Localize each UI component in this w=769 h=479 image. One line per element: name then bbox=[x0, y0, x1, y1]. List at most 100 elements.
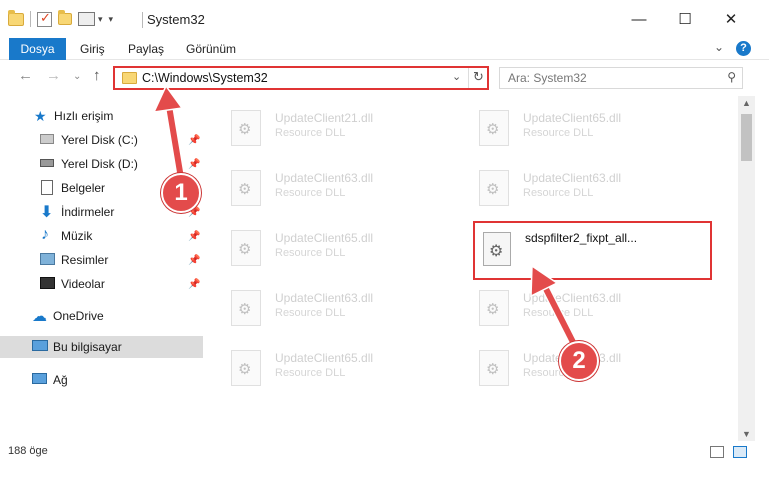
sidebar-item-network[interactable]: Ağ bbox=[0, 369, 203, 391]
sidebar-item-label: Müzik bbox=[61, 229, 93, 243]
toolbar-divider bbox=[30, 11, 31, 27]
download-arrow-icon: ⬇ bbox=[40, 204, 54, 221]
up-arrow-icon[interactable]: ↑ bbox=[93, 67, 101, 84]
minimize-button[interactable]: — bbox=[616, 0, 662, 38]
dll-file-icon bbox=[479, 170, 509, 206]
computer-icon bbox=[32, 340, 48, 351]
tab-dosya[interactable]: Dosya bbox=[9, 38, 66, 60]
navigation-pane: ★ Hızlı erişim Yerel Disk (C:) 📌 Yerel D… bbox=[0, 100, 203, 430]
maximize-button[interactable]: ☐ bbox=[662, 0, 708, 38]
recent-locations-icon[interactable]: ⌄ bbox=[73, 71, 81, 82]
sidebar-item-quick-access[interactable]: ★ Hızlı erişim bbox=[0, 105, 203, 127]
dll-file-icon bbox=[231, 290, 261, 326]
customize-toolbar-icon[interactable]: ▾ bbox=[109, 14, 114, 25]
file-type: Resource DLL bbox=[275, 127, 346, 139]
dll-file-icon bbox=[231, 350, 261, 386]
sidebar-item-label: Ağ bbox=[53, 373, 68, 387]
new-folder-icon[interactable] bbox=[58, 10, 72, 25]
ribbon-tabs: Dosya Giriş Paylaş Görünüm ⌄ ? bbox=[0, 38, 769, 60]
file-name: UpdateClient63.dll bbox=[275, 291, 374, 305]
list-item[interactable]: UpdateClient65.dll Resource DLL bbox=[455, 102, 695, 152]
list-item[interactable]: UpdateClient21.dll Resource DLL bbox=[207, 102, 447, 152]
sidebar-item-label: Resimler bbox=[61, 253, 109, 267]
pin-icon[interactable]: 📌 bbox=[188, 255, 200, 266]
sidebar-item-label: İndirmeler bbox=[61, 205, 115, 219]
sidebar-item-label: Videolar bbox=[61, 277, 105, 291]
star-icon: ★ bbox=[34, 108, 47, 124]
dll-file-icon bbox=[483, 232, 511, 266]
sidebar-item-music[interactable]: ♪ Müzik 📌 bbox=[0, 225, 203, 247]
sidebar-item-disk-d[interactable]: Yerel Disk (D:) 📌 bbox=[0, 153, 203, 175]
refresh-icon[interactable]: ↻ bbox=[473, 69, 484, 85]
music-note-icon: ♪ bbox=[41, 226, 49, 243]
sidebar-item-label: Yerel Disk (D:) bbox=[61, 157, 138, 171]
help-icon[interactable]: ? bbox=[736, 41, 751, 56]
file-type: Resource DLL bbox=[275, 307, 346, 319]
properties-check-icon[interactable] bbox=[37, 10, 52, 27]
file-name: UpdateClient65.dll bbox=[275, 351, 374, 365]
file-name: UpdateClient65.dll bbox=[523, 111, 622, 125]
view-options-icon[interactable] bbox=[78, 12, 95, 26]
sidebar-item-onedrive[interactable]: ☁ OneDrive bbox=[0, 305, 203, 327]
sidebar-item-pictures[interactable]: Resimler 📌 bbox=[0, 249, 203, 271]
status-bar: 188 öge bbox=[0, 441, 769, 479]
list-item[interactable]: UpdateClient65.dll Resource DLL bbox=[207, 342, 447, 392]
search-input[interactable]: Ara: System32 ⚲ bbox=[499, 67, 743, 89]
file-type: Resource DLL bbox=[523, 307, 594, 319]
sidebar-item-label: Belgeler bbox=[61, 181, 106, 195]
sidebar-item-this-pc[interactable]: Bu bilgisayar bbox=[0, 336, 203, 358]
tiles-view-icon[interactable] bbox=[733, 446, 747, 458]
sidebar-item-videos[interactable]: Videolar 📌 bbox=[0, 273, 203, 295]
file-type: Resource DLL bbox=[275, 367, 346, 379]
dll-file-icon bbox=[479, 110, 509, 146]
details-view-icon[interactable] bbox=[710, 446, 724, 458]
pin-icon[interactable]: 📌 bbox=[188, 159, 200, 170]
title-divider bbox=[142, 12, 143, 28]
folder-icon bbox=[8, 9, 24, 26]
tab-paylas[interactable]: Paylaş bbox=[128, 42, 164, 56]
list-item[interactable]: UpdateClient65.dll Resource DLL bbox=[207, 222, 447, 272]
dll-file-icon bbox=[479, 290, 509, 326]
address-bar[interactable]: C:\Windows\System32 ⌄ ↻ bbox=[113, 66, 489, 90]
window-title: System32 bbox=[147, 12, 205, 27]
file-name: UpdateClient63.dll bbox=[523, 171, 622, 185]
scroll-thumb[interactable] bbox=[741, 114, 752, 161]
picture-icon bbox=[40, 253, 55, 265]
scroll-down-icon[interactable]: ▼ bbox=[742, 429, 751, 439]
close-button[interactable]: ✕ bbox=[708, 0, 754, 38]
scroll-up-icon[interactable]: ▲ bbox=[742, 98, 751, 108]
pin-icon[interactable]: 📌 bbox=[188, 231, 200, 242]
step-1-badge: 1 bbox=[161, 173, 201, 213]
tab-gorunum[interactable]: Görünüm bbox=[186, 42, 236, 56]
file-type: Resource DLL bbox=[275, 187, 346, 199]
file-name: UpdateClient65.dll bbox=[275, 231, 374, 245]
navigation-bar: ← → ⌄ ↑ C:\Windows\System32 ⌄ ↻ Ara: Sys… bbox=[0, 62, 769, 94]
sidebar-item-label: Hızlı erişim bbox=[54, 109, 114, 123]
list-item[interactable]: UpdateClient63.dll Resource DLL bbox=[207, 162, 447, 212]
quick-access-toolbar: ▾ ▾ bbox=[8, 9, 113, 29]
list-item[interactable]: UpdateClient63.dll Resource DLL bbox=[455, 162, 695, 212]
sidebar-item-disk-c[interactable]: Yerel Disk (C:) 📌 bbox=[0, 129, 203, 151]
file-name: UpdateClient63.dll bbox=[275, 171, 374, 185]
sidebar-item-label: Bu bilgisayar bbox=[53, 340, 122, 354]
chevron-down-icon[interactable]: ⌄ bbox=[452, 70, 461, 83]
step-2-badge: 2 bbox=[559, 341, 599, 381]
list-item[interactable]: UpdateClient63.dll Resource DLL bbox=[207, 282, 447, 332]
address-path[interactable]: C:\Windows\System32 bbox=[142, 71, 268, 85]
sidebar-item-label: OneDrive bbox=[53, 309, 104, 323]
tab-giris[interactable]: Giriş bbox=[80, 42, 105, 56]
search-icon[interactable]: ⚲ bbox=[727, 70, 736, 84]
forward-arrow-icon[interactable]: → bbox=[46, 67, 61, 84]
dll-file-icon bbox=[231, 170, 261, 206]
pin-icon[interactable]: 📌 bbox=[188, 135, 200, 146]
chevron-down-icon[interactable]: ▾ bbox=[98, 14, 103, 25]
list-item[interactable]: UpdateClient63.dll Resource DLL bbox=[455, 282, 695, 332]
document-icon bbox=[41, 180, 53, 195]
folder-icon bbox=[122, 72, 137, 84]
highlighted-file-item[interactable]: sdspfilter2_fixpt_all... bbox=[473, 221, 712, 280]
pin-icon[interactable]: 📌 bbox=[188, 279, 200, 290]
vertical-scrollbar[interactable]: ▲ ▼ bbox=[738, 96, 755, 441]
expand-ribbon-icon[interactable]: ⌄ bbox=[714, 40, 724, 54]
back-arrow-icon[interactable]: ← bbox=[18, 67, 33, 84]
file-type: Resource DLL bbox=[523, 127, 594, 139]
